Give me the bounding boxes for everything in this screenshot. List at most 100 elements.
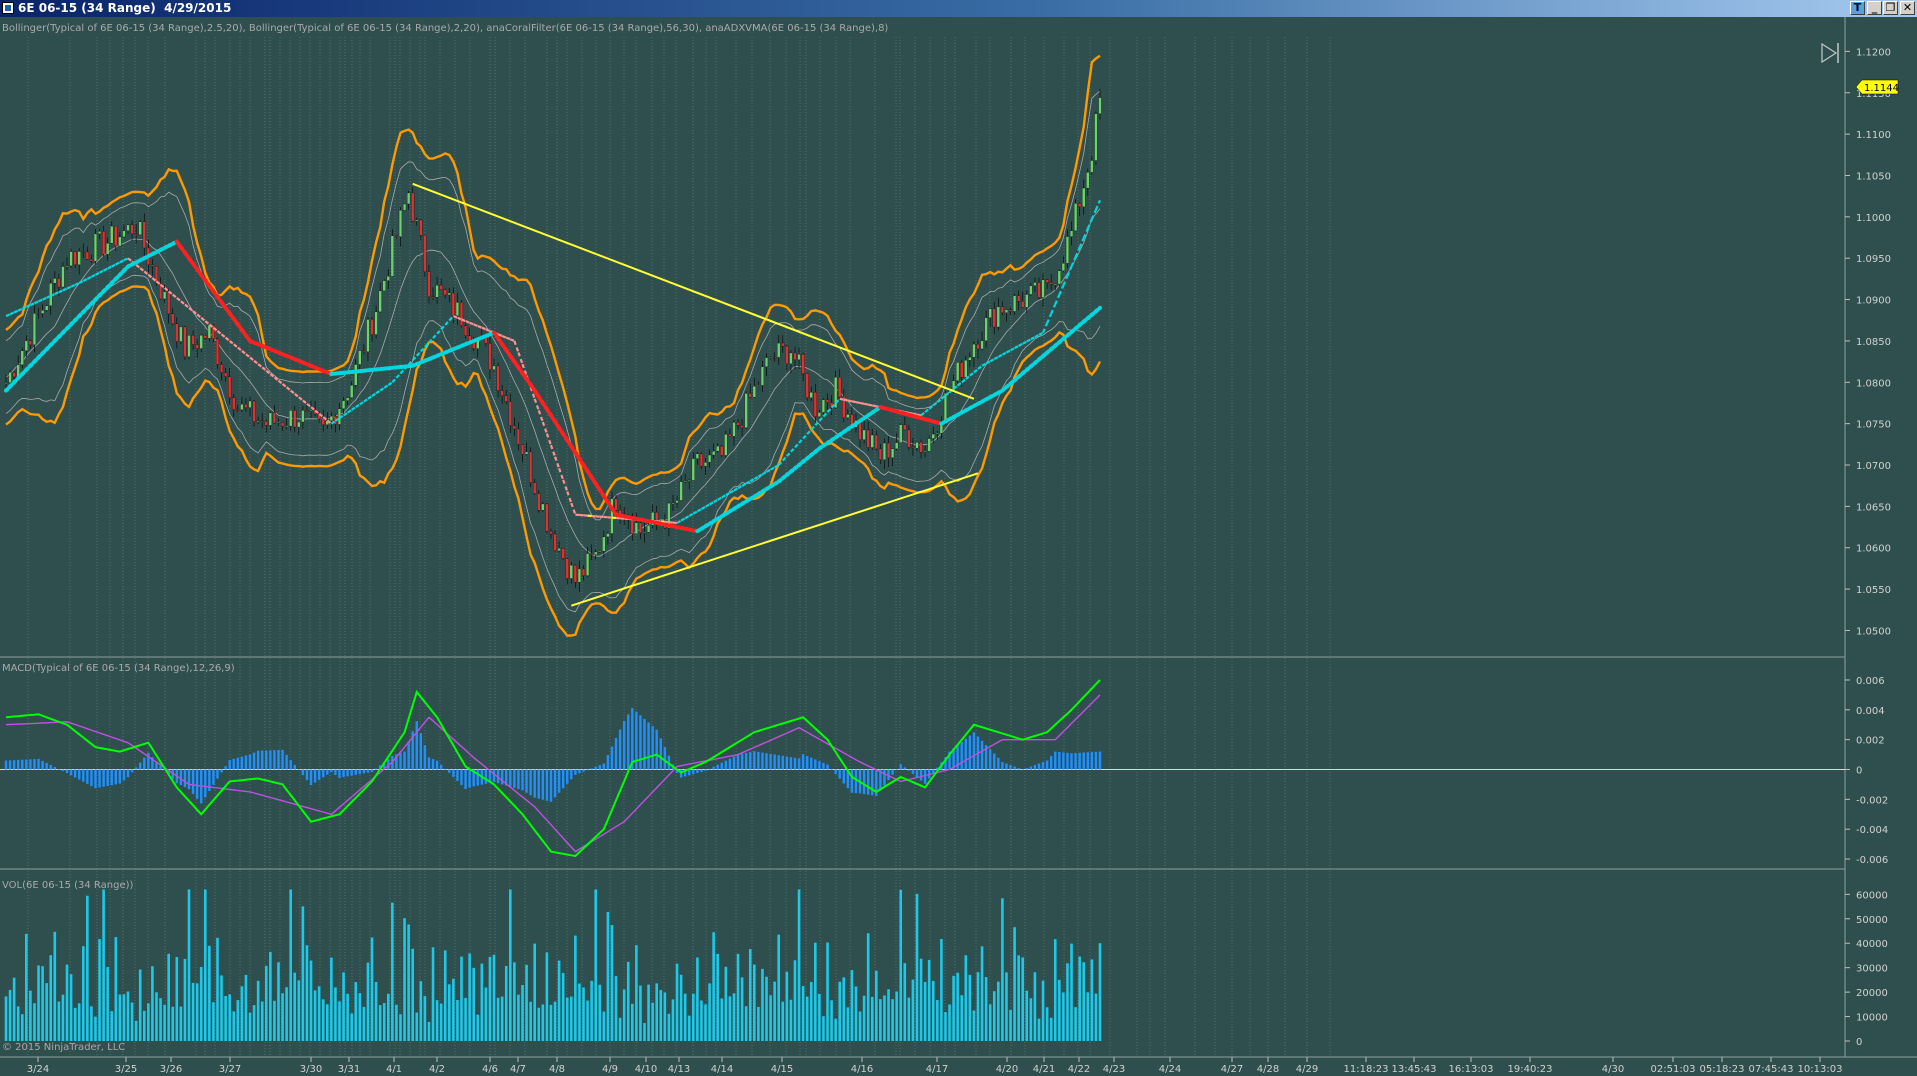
volume-bar	[1005, 972, 1008, 1041]
volume-bar	[484, 987, 488, 1041]
volume-bar	[191, 982, 195, 1041]
macd-histogram-bar	[37, 758, 40, 770]
candle-up	[1033, 282, 1037, 286]
macd-histogram-bar	[610, 746, 614, 770]
volume-bar	[163, 1004, 166, 1041]
macd-tick-label: 0	[1856, 766, 1862, 777]
adxvma-segment	[501, 334, 507, 339]
candle-up	[106, 243, 110, 255]
volume-bar	[1049, 1017, 1053, 1041]
candle-up	[882, 442, 887, 460]
macd-histogram-bar	[716, 764, 719, 770]
x-tick-label: 19:40:23	[1508, 1064, 1553, 1075]
volume-bar	[1021, 957, 1025, 1041]
volume-bar	[293, 972, 297, 1041]
macd-histogram-bar	[631, 708, 634, 770]
volume-bar	[972, 1010, 976, 1041]
minimize-button[interactable]: _	[1867, 1, 1882, 15]
volume-bar	[386, 993, 390, 1041]
candle-up	[1057, 270, 1061, 285]
macd-histogram-bar	[57, 769, 61, 770]
macd-tick-label: -0.006	[1856, 855, 1888, 866]
macd-histogram-bar	[224, 766, 227, 770]
macd-histogram-bar	[106, 769, 109, 786]
volume-bar	[598, 984, 602, 1041]
x-tick-label: 11:18:23	[1344, 1064, 1389, 1075]
candle-up	[760, 366, 764, 386]
volume-bar	[671, 999, 675, 1041]
macd-histogram-bar	[740, 753, 744, 770]
candle-up	[1074, 203, 1078, 231]
volume-bar	[757, 1006, 760, 1041]
close-button[interactable]: ✕	[1900, 1, 1915, 15]
macd-histogram-bar	[529, 769, 532, 796]
macd-histogram-bar	[346, 769, 349, 777]
macd-histogram-bar	[309, 769, 313, 786]
macd-histogram-bar	[911, 769, 915, 774]
candle-up	[289, 410, 293, 427]
candle-up	[398, 210, 403, 237]
x-tick-label: 3/31	[338, 1064, 360, 1075]
macd-histogram-bar	[862, 769, 866, 795]
price-tick-label: 1.1050	[1856, 171, 1891, 182]
restore-button[interactable]: ❐	[1883, 1, 1898, 15]
macd-histogram-bar	[313, 769, 317, 783]
volume-bar	[862, 995, 866, 1041]
candle-up	[695, 453, 699, 459]
volume-bar	[411, 948, 414, 1041]
macd-histogram-bar	[1033, 765, 1037, 770]
candle-up	[703, 462, 708, 467]
candle-down	[573, 564, 577, 583]
volume-bar	[716, 953, 720, 1041]
macd-tick-label: -0.002	[1856, 795, 1888, 806]
x-tick-label: 3/26	[160, 1064, 182, 1075]
x-tick-label: 10:13:03	[1798, 1064, 1843, 1075]
candle-up	[679, 481, 683, 501]
macd-histogram-bar	[871, 769, 874, 796]
candle-down	[614, 498, 618, 511]
candle-up	[187, 335, 191, 357]
chart-canvas[interactable]: Bollinger(Typical of 6E 06-15 (34 Range)…	[0, 17, 1917, 1076]
chart-area[interactable]: Bollinger(Typical of 6E 06-15 (34 Range)…	[0, 17, 1917, 1076]
volume-bar	[805, 996, 809, 1041]
volume-bar	[269, 951, 272, 1041]
candle-down	[533, 482, 537, 494]
volume-bar	[561, 972, 565, 1041]
candle-down	[203, 335, 207, 339]
volume-bar	[264, 965, 268, 1041]
volume-bar	[187, 889, 191, 1041]
candle-down	[1000, 306, 1004, 314]
volume-bar	[663, 992, 667, 1041]
macd-histogram-bar	[899, 764, 902, 770]
volume-bar	[553, 1001, 557, 1041]
candle-down	[451, 292, 455, 316]
candle-up	[61, 266, 65, 288]
candle-up	[846, 414, 850, 418]
candle-up	[207, 325, 211, 339]
volume-bar	[244, 974, 248, 1041]
volume-bar	[944, 1012, 947, 1041]
macd-histogram-bar	[753, 751, 756, 770]
macd-histogram-bar	[1090, 752, 1094, 770]
candle-down	[1078, 203, 1082, 207]
volume-bar	[77, 1003, 81, 1041]
volume-bar	[273, 1000, 276, 1041]
candle-up	[276, 422, 281, 424]
volume-bar	[964, 955, 968, 1041]
volume-bar	[179, 1006, 183, 1041]
volume-bar	[281, 993, 284, 1041]
candle-up	[988, 308, 992, 318]
volume-tick-label: 60000	[1856, 890, 1888, 901]
macd-histogram-bar	[830, 769, 833, 770]
macd-histogram-bar	[517, 769, 520, 790]
candle-down	[960, 362, 964, 378]
macd-histogram-bar	[78, 769, 81, 780]
volume-bar	[61, 994, 65, 1041]
macd-histogram-bar	[647, 722, 650, 770]
volume-bar	[122, 994, 126, 1041]
template-button[interactable]: T	[1850, 1, 1865, 15]
macd-histogram-bar	[94, 769, 97, 789]
candle-up	[407, 192, 411, 205]
macd-histogram-bar	[895, 769, 898, 771]
macd-histogram-bar	[537, 769, 540, 799]
